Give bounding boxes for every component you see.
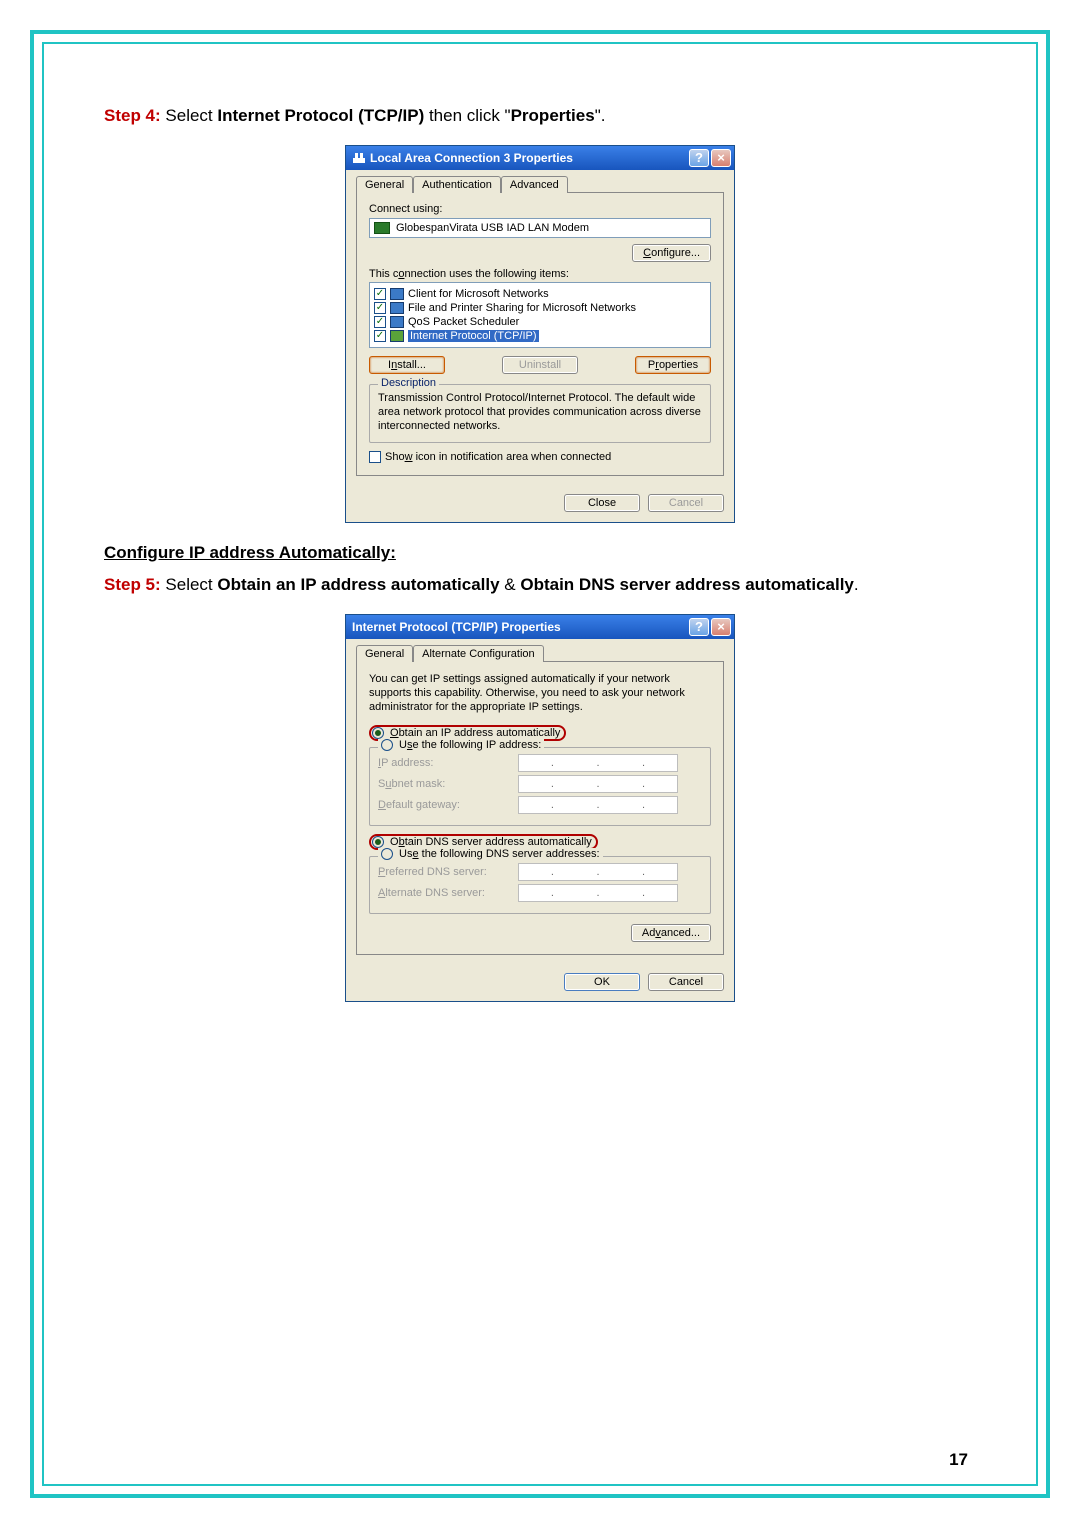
service-icon	[390, 316, 404, 328]
preferred-dns-field: ...	[518, 863, 678, 881]
show-icon-checkbox[interactable]: ✓	[369, 451, 381, 463]
radio-use-dns[interactable]: Use the following DNS server addresses:	[378, 848, 603, 860]
help-button[interactable]: ?	[689, 149, 709, 167]
tabstrip: General Alternate Configuration	[356, 645, 724, 662]
adapter-field: GlobespanVirata USB IAD LAN Modem	[369, 218, 711, 238]
gateway-field: ...	[518, 796, 678, 814]
subnet-label: Subnet mask:	[378, 778, 518, 790]
tab-general[interactable]: General	[356, 176, 413, 193]
list-item[interactable]: ✓ File and Printer Sharing for Microsoft…	[374, 301, 706, 315]
connection-items-list[interactable]: ✓ Client for Microsoft Networks ✓ File a…	[369, 282, 711, 348]
properties-button[interactable]: Properties	[635, 356, 711, 374]
checkbox-icon[interactable]: ✓	[374, 330, 386, 342]
subnet-field: ...	[518, 775, 678, 793]
step5-label: Step 5:	[104, 575, 161, 594]
lac-properties-dialog: Local Area Connection 3 Properties ? × G…	[345, 145, 735, 523]
tab-general[interactable]: General	[356, 645, 413, 662]
intro-text: You can get IP settings assigned automat…	[369, 672, 711, 715]
ip-address-field: ...	[518, 754, 678, 772]
titlebar: Internet Protocol (TCP/IP) Properties ? …	[346, 615, 734, 639]
close-button[interactable]: Close	[564, 494, 640, 512]
preferred-dns-label: Preferred DNS server:	[378, 866, 518, 878]
ok-button[interactable]: OK	[564, 973, 640, 991]
install-button[interactable]: Install...	[369, 356, 445, 374]
cancel-button: Cancel	[648, 494, 724, 512]
connection-icon	[352, 151, 366, 165]
section-heading: Configure IP address Automatically:	[104, 543, 976, 563]
page-number: 17	[949, 1450, 968, 1470]
checkbox-icon[interactable]: ✓	[374, 302, 386, 314]
dialog-title: Local Area Connection 3 Properties	[370, 151, 687, 165]
alternate-dns-label: Alternate DNS server:	[378, 887, 518, 899]
list-item[interactable]: ✓ Internet Protocol (TCP/IP)	[374, 329, 706, 343]
show-icon-label: Show icon in notification area when conn…	[385, 451, 611, 463]
titlebar: Local Area Connection 3 Properties ? ×	[346, 146, 734, 170]
checkbox-icon[interactable]: ✓	[374, 288, 386, 300]
close-icon[interactable]: ×	[711, 618, 731, 636]
configure-button[interactable]: Configure...	[632, 244, 711, 262]
close-icon[interactable]: ×	[711, 149, 731, 167]
tcpip-properties-dialog: Internet Protocol (TCP/IP) Properties ? …	[345, 614, 735, 1002]
step4-label: Step 4:	[104, 106, 161, 125]
description-text: Transmission Control Protocol/Internet P…	[378, 391, 702, 434]
tab-advanced[interactable]: Advanced	[501, 176, 568, 193]
tabstrip: General Authentication Advanced	[356, 176, 724, 193]
tab-authentication[interactable]: Authentication	[413, 176, 501, 193]
list-item[interactable]: ✓ Client for Microsoft Networks	[374, 287, 706, 301]
adapter-icon	[374, 222, 390, 234]
client-icon	[390, 288, 404, 300]
tab-alternate[interactable]: Alternate Configuration	[413, 645, 544, 662]
protocol-icon	[390, 330, 404, 342]
radio-use-ip[interactable]: Use the following IP address:	[378, 739, 544, 751]
cancel-button[interactable]: Cancel	[648, 973, 724, 991]
help-button[interactable]: ?	[689, 618, 709, 636]
ip-address-label: IP address:	[378, 757, 518, 769]
list-item[interactable]: ✓ QoS Packet Scheduler	[374, 315, 706, 329]
items-label: This connection uses the following items…	[369, 268, 711, 280]
advanced-button[interactable]: Advanced...	[631, 924, 711, 942]
dialog-title: Internet Protocol (TCP/IP) Properties	[352, 620, 687, 634]
step5-instruction: Step 5: Select Obtain an IP address auto…	[104, 571, 976, 600]
alternate-dns-field: ...	[518, 884, 678, 902]
description-label: Description	[378, 377, 439, 389]
checkbox-icon[interactable]: ✓	[374, 316, 386, 328]
service-icon	[390, 302, 404, 314]
step4-instruction: Step 4: Select Internet Protocol (TCP/IP…	[104, 102, 976, 131]
connect-using-label: Connect using:	[369, 203, 711, 215]
uninstall-button: Uninstall	[502, 356, 578, 374]
gateway-label: Default gateway:	[378, 799, 518, 811]
